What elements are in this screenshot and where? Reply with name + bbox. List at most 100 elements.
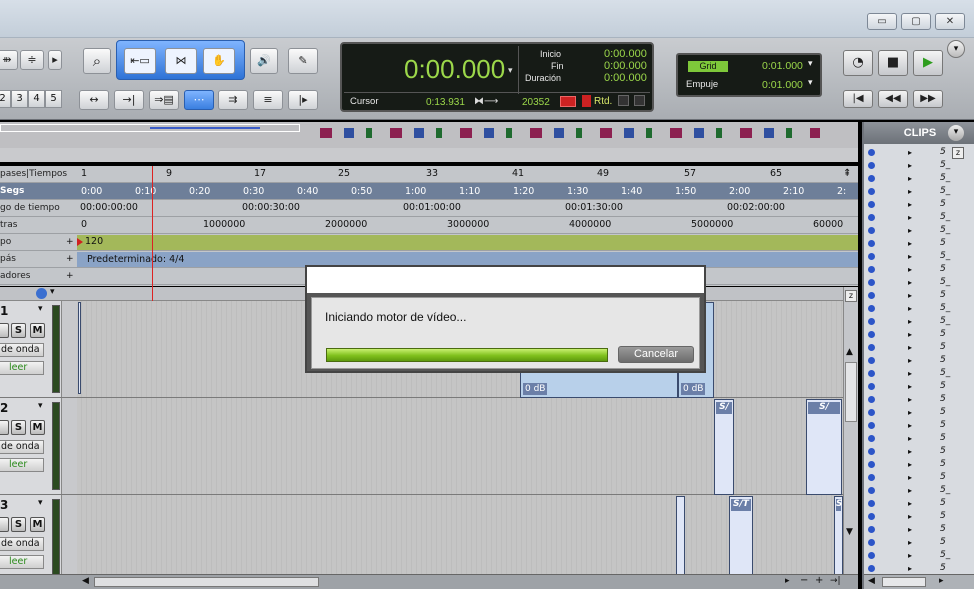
fin-value[interactable]: 0:00.000 bbox=[604, 60, 647, 72]
automation-mode-selector[interactable]: leer bbox=[0, 361, 44, 375]
clip-list-item[interactable]: ▸ 5_ bbox=[864, 315, 974, 328]
expand-triangle-icon[interactable]: ▸ bbox=[908, 237, 912, 250]
close-button[interactable]: ✕ bbox=[935, 13, 965, 30]
track-view-selector[interactable]: de onda bbox=[0, 537, 44, 551]
clip-list-item[interactable]: ▸ 5_ bbox=[864, 172, 974, 185]
clip-list-item[interactable]: ▸5 bbox=[864, 458, 974, 471]
clip-list-item[interactable]: ▸5 bbox=[864, 393, 974, 406]
expand-triangle-icon[interactable]: ▸ bbox=[908, 510, 912, 523]
empuje-dropdown-icon[interactable]: ▾ bbox=[808, 78, 813, 88]
track-number-3[interactable]: 4 bbox=[28, 90, 45, 108]
magnifier-icon[interactable]: ⌕ bbox=[83, 48, 111, 74]
automation-mode-selector[interactable]: leer bbox=[0, 555, 44, 569]
clip-list-item[interactable]: ▸5 bbox=[864, 432, 974, 445]
expand-triangle-icon[interactable]: ▸ bbox=[908, 497, 912, 510]
audio-clip[interactable]: S/T bbox=[729, 496, 753, 575]
vertical-scroll-thumb[interactable] bbox=[845, 362, 857, 422]
minimize-button[interactable]: ▭ bbox=[867, 13, 897, 30]
spot-mode-icon[interactable]: ⇒▤ bbox=[149, 90, 179, 110]
clips-zoom-icon[interactable]: z bbox=[952, 147, 964, 159]
universe-overview[interactable] bbox=[0, 122, 858, 162]
empuje-value[interactable]: 0:01.000 bbox=[762, 79, 803, 91]
ruler-bars-beats[interactable]: pases|Tiempos 1 9 17 25 33 41 49 57 65 ⇞ bbox=[0, 166, 858, 183]
add-meter-icon[interactable]: + bbox=[66, 254, 74, 264]
playhead-line[interactable] bbox=[152, 166, 153, 306]
automation-mode-selector[interactable]: leer bbox=[0, 458, 44, 472]
align-icon[interactable]: ≑ bbox=[20, 50, 44, 70]
expand-triangle-icon[interactable]: ▸ bbox=[908, 354, 912, 367]
clips-scrollbar[interactable]: ◀ ▸ bbox=[864, 574, 974, 589]
expand-triangle-icon[interactable]: ▸ bbox=[908, 302, 912, 315]
track-view-selector[interactable]: de onda bbox=[0, 440, 44, 454]
delay-icon[interactable] bbox=[582, 95, 591, 107]
track-dropdown-icon[interactable]: ▾ bbox=[38, 304, 43, 314]
scroll-right-icon[interactable]: ▸ bbox=[785, 576, 790, 586]
tempo-marker-icon[interactable] bbox=[77, 238, 83, 246]
track-list-icon[interactable] bbox=[36, 288, 47, 299]
expand-triangle-icon[interactable]: ▸ bbox=[908, 458, 912, 471]
cancel-button[interactable]: Cancelar bbox=[618, 346, 694, 363]
expand-triangle-icon[interactable]: ▸ bbox=[908, 536, 912, 549]
transport-menu-icon[interactable]: ▾ bbox=[947, 40, 965, 58]
grid-mode-icon[interactable]: ⋯ bbox=[184, 90, 214, 110]
grid-value[interactable]: 0:01.000 bbox=[762, 60, 803, 72]
clip-list-item[interactable]: ▸5 bbox=[864, 237, 974, 250]
expand-triangle-icon[interactable]: ▸ bbox=[908, 341, 912, 354]
expand-triangle-icon[interactable]: ▸ bbox=[908, 484, 912, 497]
solo-button[interactable]: S bbox=[11, 517, 26, 532]
mute-button[interactable]: M bbox=[30, 517, 45, 532]
add-marker-icon[interactable]: + bbox=[66, 271, 74, 281]
clip-list-item[interactable]: ▸5 bbox=[864, 406, 974, 419]
scroll-up-icon[interactable]: ▲ bbox=[846, 347, 853, 357]
clip-list-item[interactable]: ▸ 5_ bbox=[864, 302, 974, 315]
duracion-value[interactable]: 0:00.000 bbox=[604, 72, 647, 84]
expand-triangle-icon[interactable]: ▸ bbox=[908, 172, 912, 185]
audio-clip[interactable]: S/ bbox=[714, 399, 734, 495]
inicio-value[interactable]: 0:00.000 bbox=[604, 48, 647, 60]
expand-triangle-icon[interactable]: ▸ bbox=[908, 380, 912, 393]
pencil-icon[interactable]: ✎ bbox=[288, 48, 318, 74]
clip-list-item[interactable]: ▸5 bbox=[864, 523, 974, 536]
expand-triangle-icon[interactable]: ▸ bbox=[908, 523, 912, 536]
clips-scroll-right-icon[interactable]: ▸ bbox=[939, 576, 944, 586]
slip-mode-icon[interactable]: →| bbox=[114, 90, 144, 110]
expand-triangle-icon[interactable]: ▸ bbox=[908, 419, 912, 432]
clips-scroll-left-icon[interactable]: ◀ bbox=[868, 576, 875, 586]
track-view-selector[interactable]: de onda bbox=[0, 343, 44, 357]
clip-list-item[interactable]: ▸ 5_ bbox=[864, 250, 974, 263]
scroll-left-icon[interactable]: ◀ bbox=[82, 576, 89, 586]
midi-icon[interactable] bbox=[560, 96, 576, 107]
expand-triangle-icon[interactable]: ▸ bbox=[908, 276, 912, 289]
expand-triangle-icon[interactable]: ▸ bbox=[908, 406, 912, 419]
expand-triangle-icon[interactable]: ▸ bbox=[908, 211, 912, 224]
clip-list-item[interactable]: ▸5 bbox=[864, 445, 974, 458]
clip-list-item[interactable]: ▸ 5_ bbox=[864, 276, 974, 289]
track-number-2[interactable]: 3 bbox=[11, 90, 28, 108]
track-name[interactable]: 1 bbox=[0, 304, 8, 318]
audio-clip[interactable] bbox=[676, 496, 685, 575]
zoom-out-icon[interactable]: − bbox=[800, 575, 808, 586]
record-button[interactable] bbox=[0, 420, 9, 435]
clip-list-item[interactable]: ▸5 bbox=[864, 510, 974, 523]
clips-scroll-thumb[interactable] bbox=[882, 577, 926, 587]
clips-menu-icon[interactable]: ▾ bbox=[948, 125, 964, 141]
audio-clip[interactable]: S bbox=[834, 496, 843, 575]
expand-triangle-icon[interactable]: ▸ bbox=[908, 315, 912, 328]
selector-icon[interactable]: ⋈ bbox=[165, 48, 197, 74]
horizontal-scrollbar[interactable]: ◀ ▸ − + →| bbox=[0, 574, 858, 589]
expand-triangle-icon[interactable]: ▸ bbox=[908, 445, 912, 458]
clip-list-item[interactable]: ▸5 bbox=[864, 341, 974, 354]
expand-triangle-icon[interactable]: ▸ bbox=[908, 198, 912, 211]
expand-triangle-icon[interactable]: ▸ bbox=[908, 146, 912, 159]
record-button[interactable] bbox=[0, 517, 9, 532]
stop-icon[interactable]: ■ bbox=[878, 50, 908, 76]
link-icon[interactable]: ≡ bbox=[253, 90, 283, 110]
insertion-follows-icon[interactable]: |▸ bbox=[288, 90, 318, 110]
clip-list-item[interactable]: ▸ 5_ bbox=[864, 159, 974, 172]
record-button[interactable] bbox=[0, 323, 9, 338]
clip-list-item[interactable]: ▸5 bbox=[864, 328, 974, 341]
mute-button[interactable]: M bbox=[30, 323, 45, 338]
ruler-samples[interactable]: tras 0 1000000 2000000 3000000 4000000 5… bbox=[0, 217, 858, 234]
rewind-icon[interactable]: ◀◀ bbox=[878, 90, 908, 108]
shuffle-mode-icon[interactable]: ↔ bbox=[79, 90, 109, 110]
